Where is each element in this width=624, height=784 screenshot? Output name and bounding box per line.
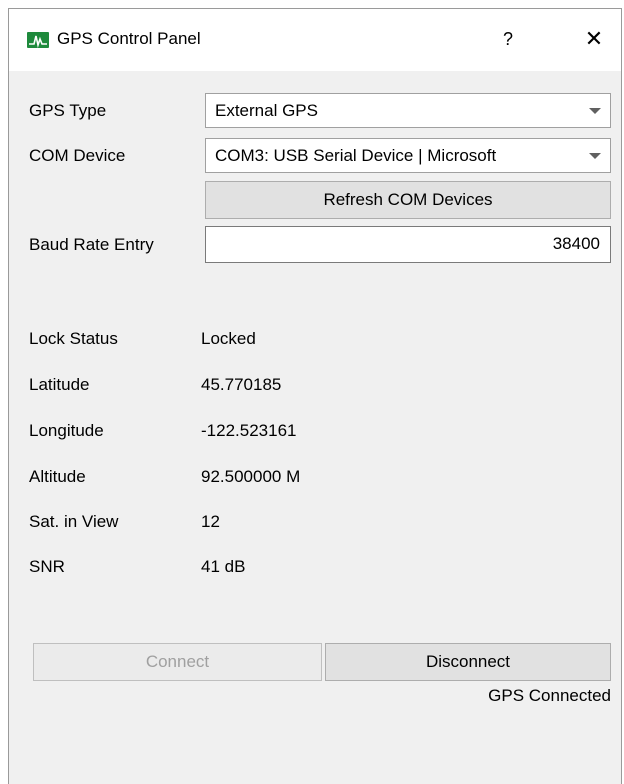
gps-type-value: External GPS [215,101,318,120]
window-title: GPS Control Panel [57,29,201,48]
snr-value: 41 dB [201,557,246,576]
snr-label: SNR [29,557,65,576]
gps-type-label: GPS Type [29,101,107,120]
lock-status-label: Lock Status [29,329,118,348]
gps-control-panel-window: GPS Control Panel ? ✕ GPS Type External … [8,8,622,784]
com-device-select[interactable]: COM3: USB Serial Device | Microsoft [205,138,611,173]
com-device-value: COM3: USB Serial Device | Microsoft [215,146,497,165]
panel-content: GPS Type External GPS COM Device COM3: U… [9,71,621,784]
longitude-value: -122.523161 [201,421,297,440]
help-button[interactable]: ? [493,23,523,55]
waveform-app-icon [27,32,49,48]
dropdown-arrow-icon [589,153,601,159]
gps-type-select[interactable]: External GPS [205,93,611,128]
com-device-label: COM Device [29,146,126,165]
connect-button[interactable]: Connect [33,643,322,681]
baud-rate-input[interactable]: 38400 [205,226,611,263]
lock-status-value: Locked [201,329,256,348]
sat-in-view-label: Sat. in View [29,512,119,531]
baud-rate-label: Baud Rate Entry [29,235,154,254]
disconnect-button[interactable]: Disconnect [325,643,611,681]
connection-status-text: GPS Connected [488,686,611,705]
refresh-com-devices-button[interactable]: Refresh COM Devices [205,181,611,219]
close-button[interactable]: ✕ [579,23,609,55]
latitude-label: Latitude [29,375,90,394]
latitude-value: 45.770185 [201,375,282,394]
sat-in-view-value: 12 [201,512,220,531]
longitude-label: Longitude [29,421,104,440]
dropdown-arrow-icon [589,108,601,114]
altitude-value: 92.500000 M [201,467,301,486]
altitude-label: Altitude [29,467,86,486]
title-bar[interactable]: GPS Control Panel ? ✕ [9,9,621,71]
